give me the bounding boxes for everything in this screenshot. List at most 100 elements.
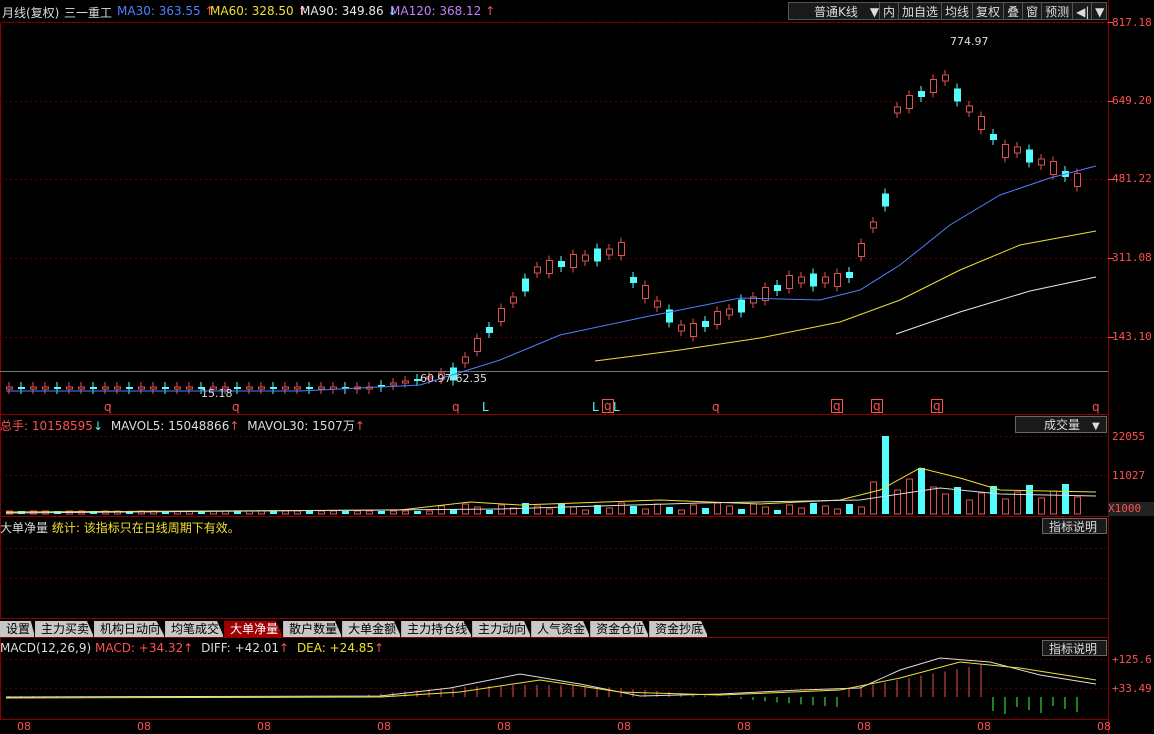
axis-label-817: 817.18 xyxy=(1112,16,1152,29)
volume-bar-up xyxy=(366,510,373,515)
volume-bar-up xyxy=(426,510,433,515)
tab-main-position[interactable]: 主力持仓线 xyxy=(401,621,473,637)
candle-down xyxy=(810,273,817,287)
volume-bar-down xyxy=(666,507,673,514)
indicator-tabs: 设置 主力买卖 机构日动向 均笔成交 大单净量 散户数量 大单金额 主力持仓线 … xyxy=(0,621,709,637)
candle-up xyxy=(462,356,469,364)
tab-popular-fund[interactable]: 人气资金 xyxy=(531,621,591,637)
volume-bar-down xyxy=(882,436,889,514)
signal-q: q xyxy=(712,400,720,414)
candle-down xyxy=(162,387,169,389)
candle-up xyxy=(282,386,289,390)
time-label: 08 xyxy=(617,720,631,733)
tab-avg-trade[interactable]: 均笔成交 xyxy=(165,621,225,637)
high-price-label: 774.97 xyxy=(950,35,989,48)
candle-up xyxy=(330,386,337,390)
volume-bar-down xyxy=(774,510,781,514)
volume-bar-up xyxy=(546,508,553,515)
volume-bar-up xyxy=(354,510,361,515)
candle-up xyxy=(690,323,697,337)
volume-bar-up xyxy=(906,478,913,515)
candle-up xyxy=(66,386,73,390)
volume-bar-down xyxy=(1062,484,1069,514)
candle-up xyxy=(258,386,265,390)
volume-bar-up xyxy=(822,505,829,515)
bigorder-help-button[interactable]: 指标说明 xyxy=(1042,518,1107,534)
volume-bar-up xyxy=(942,493,949,515)
volume-bar-up xyxy=(618,502,625,515)
tab-fund-bottom[interactable]: 资金抄底 xyxy=(649,621,709,637)
volume-bar-up xyxy=(966,499,973,515)
volume-bar-up xyxy=(798,507,805,515)
tab-fund-position[interactable]: 资金仓位 xyxy=(590,621,650,637)
signal-q: q xyxy=(602,399,614,413)
tab-settings[interactable]: 设置 xyxy=(0,621,36,637)
macd-help-button[interactable]: 指标说明 xyxy=(1042,640,1107,656)
volume-indicator-select[interactable]: 成交量 ▼ xyxy=(1015,416,1107,433)
macd-histogram xyxy=(5,657,1097,714)
candle-down xyxy=(270,387,277,389)
candle-up xyxy=(186,386,193,390)
signal-q: q xyxy=(452,400,460,414)
candle-up xyxy=(978,116,985,130)
ma60-line xyxy=(594,230,1097,362)
volume-bar-up xyxy=(690,504,697,515)
time-label: 08 xyxy=(737,720,751,733)
volume-bar-up xyxy=(678,509,685,515)
mavol5-line xyxy=(5,467,1097,513)
volume-bar-up xyxy=(282,510,289,515)
candle-down xyxy=(54,387,61,389)
candle-down xyxy=(558,261,565,267)
candle-up xyxy=(906,95,913,109)
volume-bar-down xyxy=(702,508,709,514)
volume-bar-down xyxy=(342,511,349,514)
axis-label-649: 649.20 xyxy=(1112,94,1152,107)
candle-up xyxy=(78,386,85,390)
candle-up xyxy=(534,266,541,274)
time-label: 08 xyxy=(17,720,31,733)
candle-up xyxy=(1002,144,1009,158)
candle-up xyxy=(150,386,157,390)
axis-label-143: 143.10 xyxy=(1112,330,1152,343)
candle-up xyxy=(834,273,841,287)
signal-q: q xyxy=(831,399,843,413)
candle-up xyxy=(510,296,517,304)
signal-q: q xyxy=(1092,400,1100,414)
bigorder-header: 大单净量 统计: 该指标只在日线周期下有效。 xyxy=(0,521,240,535)
volume-bar-down xyxy=(558,504,565,514)
candle-down xyxy=(702,321,709,327)
candle-down xyxy=(594,248,601,262)
volume-bar-up xyxy=(390,510,397,515)
candle-up xyxy=(1074,173,1081,187)
candle-up xyxy=(402,380,409,384)
signal-q: q xyxy=(931,399,943,413)
tab-retail[interactable]: 散户数量 xyxy=(283,621,343,637)
candle-down xyxy=(954,88,961,102)
volume-bar-up xyxy=(294,510,301,515)
tab-institution[interactable]: 机构日动向 xyxy=(94,621,166,637)
volume-bar-up xyxy=(858,506,865,515)
ma90-line xyxy=(895,276,1097,335)
volume-bar-up xyxy=(474,506,481,515)
signal-l: L xyxy=(482,400,489,414)
macd-axis-top: +125.6 xyxy=(1112,653,1152,666)
volume-bar-up xyxy=(762,506,769,515)
tab-bigorder-amount[interactable]: 大单金额 xyxy=(342,621,402,637)
tab-main-trade[interactable]: 主力买卖 xyxy=(35,621,95,637)
time-label: 08 xyxy=(857,720,871,733)
volume-bar-down xyxy=(630,506,637,514)
candle-up xyxy=(678,324,685,332)
candle-up xyxy=(858,243,865,257)
signal-q: q xyxy=(104,400,112,414)
candle-down xyxy=(918,91,925,97)
tab-bigorder[interactable]: 大单净量 xyxy=(224,621,284,637)
candle-up xyxy=(606,248,613,256)
volume-bar-up xyxy=(1038,497,1045,515)
candle-up xyxy=(1038,158,1045,166)
candle-up xyxy=(6,386,13,390)
volume-bar-down xyxy=(378,511,385,514)
tab-main-move[interactable]: 主力动向 xyxy=(472,621,532,637)
candle-up xyxy=(714,311,721,325)
volume-bar-up xyxy=(1014,491,1021,515)
range-label: 60.97-62.35 xyxy=(420,372,487,385)
